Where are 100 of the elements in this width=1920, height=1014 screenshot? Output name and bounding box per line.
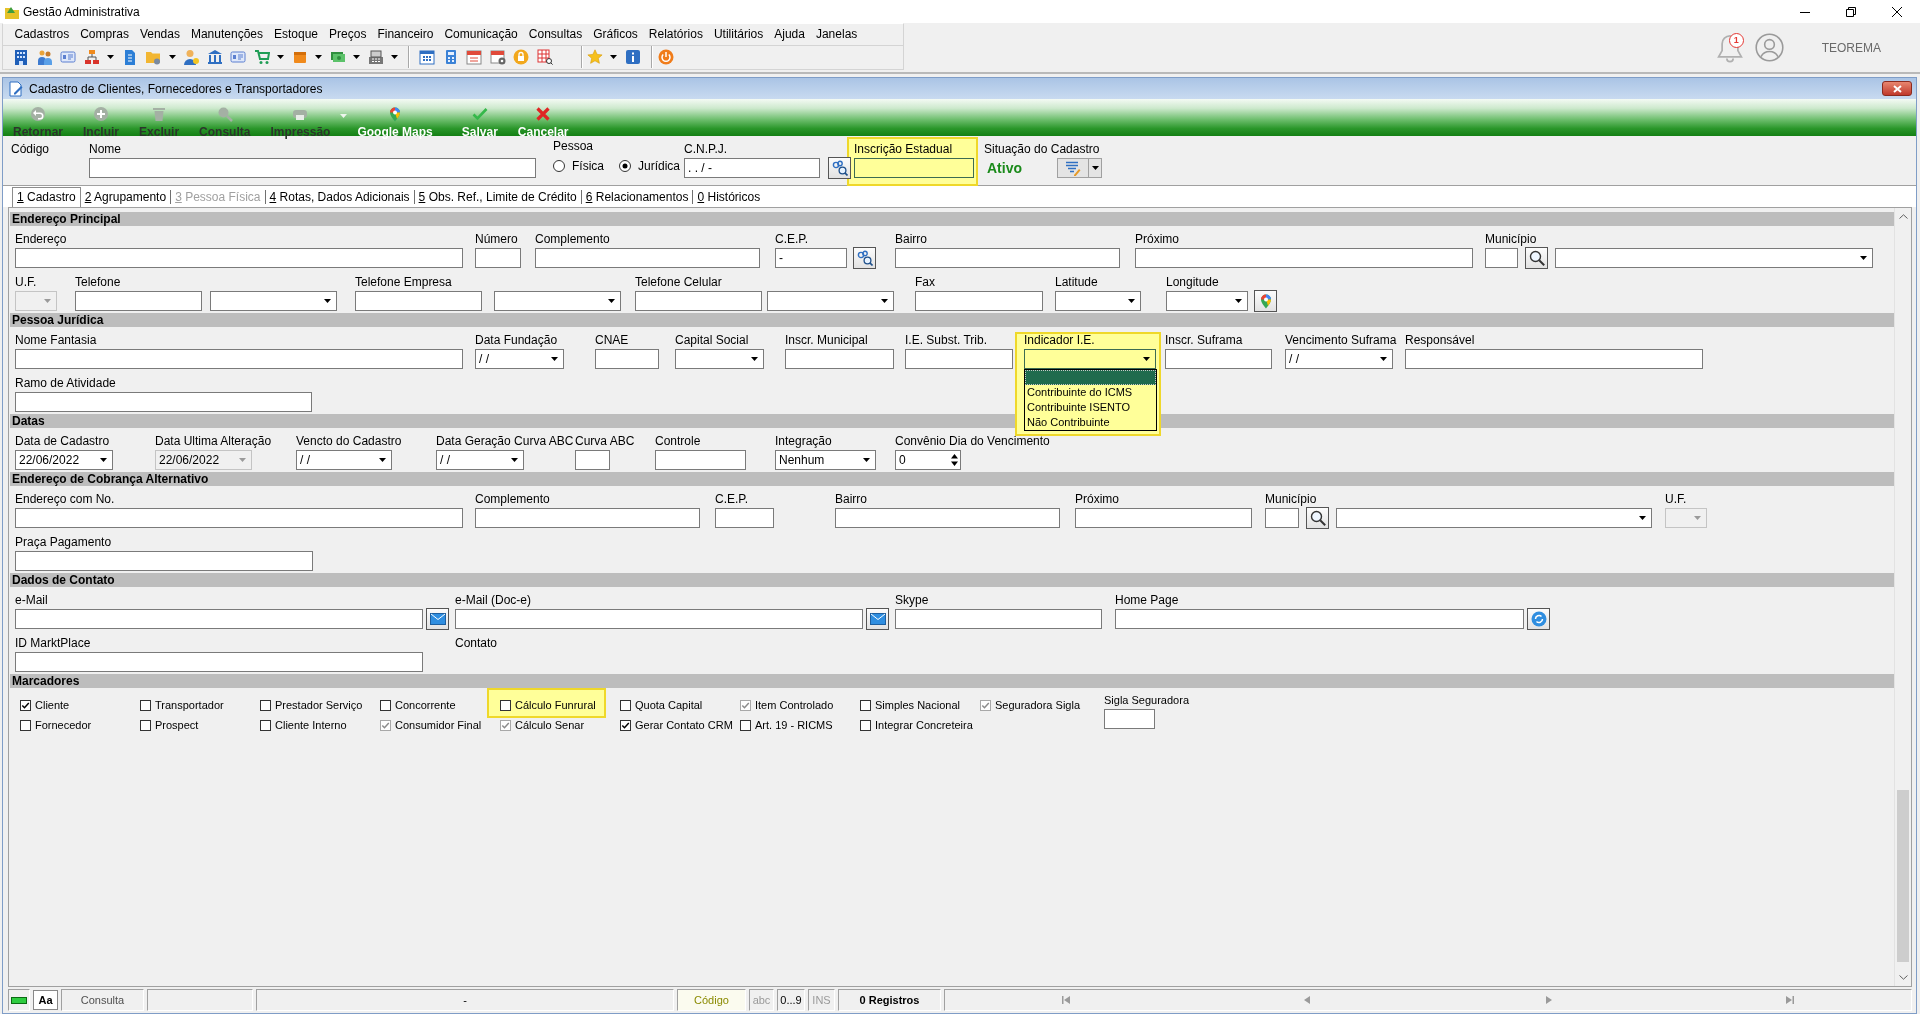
text-field[interactable]: . . / - xyxy=(684,158,820,178)
checkbox-option[interactable]: Cliente xyxy=(20,695,70,715)
id-card-icon[interactable] xyxy=(230,49,246,66)
menu-item[interactable]: Gráficos xyxy=(587,24,644,45)
combo-box[interactable] xyxy=(1166,291,1248,311)
text-field[interactable] xyxy=(475,248,521,268)
tab[interactable]: 1 Cadastro xyxy=(12,187,81,207)
folder-icon[interactable] xyxy=(145,49,161,66)
info-icon[interactable] xyxy=(624,49,641,66)
person-icon[interactable] xyxy=(183,49,199,66)
previous-icon[interactable] xyxy=(1303,995,1312,1005)
text-field[interactable] xyxy=(455,609,863,629)
star-icon[interactable] xyxy=(586,49,603,66)
combo-box[interactable] xyxy=(210,291,337,311)
combo-box[interactable] xyxy=(1555,248,1873,268)
tab[interactable]: 4 Rotas, Dados Adicionais xyxy=(264,190,414,204)
text-field[interactable]: - xyxy=(775,248,847,268)
checkbox-option[interactable]: Concorrente xyxy=(380,695,456,715)
checkbox[interactable] xyxy=(140,719,151,731)
combo-box[interactable]: 22/06/2022 xyxy=(15,450,113,470)
checkbox-option[interactable]: Integrar Concreteira xyxy=(860,715,973,735)
status-menu-button[interactable] xyxy=(1057,158,1102,178)
text-field[interactable] xyxy=(1115,609,1524,629)
spin-field[interactable]: 0 xyxy=(895,450,961,470)
power-icon[interactable] xyxy=(657,49,674,66)
combo-box[interactable] xyxy=(675,349,764,369)
menu-item[interactable]: Estoque xyxy=(268,24,324,45)
combo-box[interactable] xyxy=(767,291,894,311)
menu-item[interactable]: Cadastros xyxy=(9,24,75,45)
calendar-icon[interactable] xyxy=(466,49,482,66)
search-button[interactable] xyxy=(1306,507,1329,529)
checkbox-option[interactable]: Cálculo Funrural xyxy=(487,688,606,718)
calendar-icon[interactable] xyxy=(419,49,435,66)
text-field[interactable] xyxy=(15,652,423,672)
text-field[interactable] xyxy=(1165,349,1272,369)
dropdown-item[interactable] xyxy=(1025,370,1156,385)
checkbox-option[interactable]: Quota Capital xyxy=(620,695,703,715)
menu-item[interactable]: Preços xyxy=(323,24,372,45)
combo-box[interactable]: / / xyxy=(475,349,564,369)
checkbox[interactable] xyxy=(740,719,751,731)
menu-item[interactable]: Vendas xyxy=(134,24,186,45)
caret-icon[interactable] xyxy=(353,55,360,60)
box-icon[interactable] xyxy=(291,49,308,66)
menu-item[interactable]: Consultas xyxy=(523,24,588,45)
text-field[interactable] xyxy=(854,158,974,178)
code-field[interactable] xyxy=(1265,508,1299,528)
text-field[interactable] xyxy=(15,392,312,412)
combo-box[interactable] xyxy=(1055,291,1141,311)
caret-icon[interactable] xyxy=(168,55,176,60)
radio-button[interactable] xyxy=(619,160,631,172)
text-field[interactable] xyxy=(355,291,482,311)
checkbox-option[interactable]: Cliente Interno xyxy=(260,715,347,735)
toolbar-button[interactable]: Salvar xyxy=(451,99,508,136)
text-field[interactable] xyxy=(715,508,774,528)
checkbox-option[interactable]: Prestador Serviço xyxy=(260,695,363,715)
text-field[interactable] xyxy=(15,248,463,268)
text-field[interactable] xyxy=(75,291,202,311)
email-button[interactable] xyxy=(866,608,889,630)
search-button[interactable] xyxy=(853,247,876,269)
combo-box[interactable] xyxy=(494,291,621,311)
text-field[interactable] xyxy=(1405,349,1703,369)
text-field[interactable] xyxy=(575,450,610,470)
spinner-icon[interactable] xyxy=(950,452,959,468)
first-page-icon[interactable] xyxy=(1060,995,1071,1005)
user-icon[interactable] xyxy=(1754,33,1784,62)
id-card-icon[interactable] xyxy=(60,49,76,66)
checkbox[interactable] xyxy=(620,699,631,711)
email-button[interactable] xyxy=(426,608,449,630)
menu-item[interactable]: Ajuda xyxy=(768,24,811,45)
checkbox[interactable] xyxy=(260,699,271,711)
bank-icon[interactable] xyxy=(206,49,223,66)
scroll-up-icon[interactable] xyxy=(1898,214,1908,219)
next-icon[interactable] xyxy=(1544,995,1553,1005)
dropdown-item[interactable]: Contribuinte do ICMS xyxy=(1025,385,1156,400)
tab[interactable]: 6 Relacionamentos xyxy=(580,190,693,204)
combo-box[interactable] xyxy=(1024,349,1156,369)
tab[interactable]: 0 Históricos xyxy=(692,190,765,204)
text-field[interactable] xyxy=(15,508,463,528)
code-field[interactable] xyxy=(1485,248,1518,268)
checkbox-option[interactable]: Prospect xyxy=(140,715,199,735)
text-field[interactable] xyxy=(915,291,1043,311)
close-icon[interactable] xyxy=(1892,6,1902,17)
menu-item[interactable]: Financeiro xyxy=(371,24,439,45)
text-field[interactable] xyxy=(905,349,1013,369)
caret-icon[interactable] xyxy=(391,55,398,60)
text-field[interactable] xyxy=(1104,709,1155,729)
open-link-button[interactable] xyxy=(1527,608,1550,630)
text-field[interactable] xyxy=(655,450,746,470)
caret-icon[interactable] xyxy=(610,55,617,60)
cash-register-icon[interactable] xyxy=(367,49,384,66)
checkbox[interactable] xyxy=(380,699,391,711)
text-field[interactable] xyxy=(15,551,313,571)
combo-box[interactable] xyxy=(1336,508,1652,528)
menu-item[interactable]: Compras xyxy=(74,24,135,45)
text-field[interactable] xyxy=(1075,508,1252,528)
combo-box[interactable]: / / xyxy=(1285,349,1393,369)
restore-icon[interactable] xyxy=(1846,6,1856,17)
caret-icon[interactable] xyxy=(107,55,114,60)
search-button[interactable] xyxy=(828,157,851,179)
text-field[interactable] xyxy=(15,609,423,629)
